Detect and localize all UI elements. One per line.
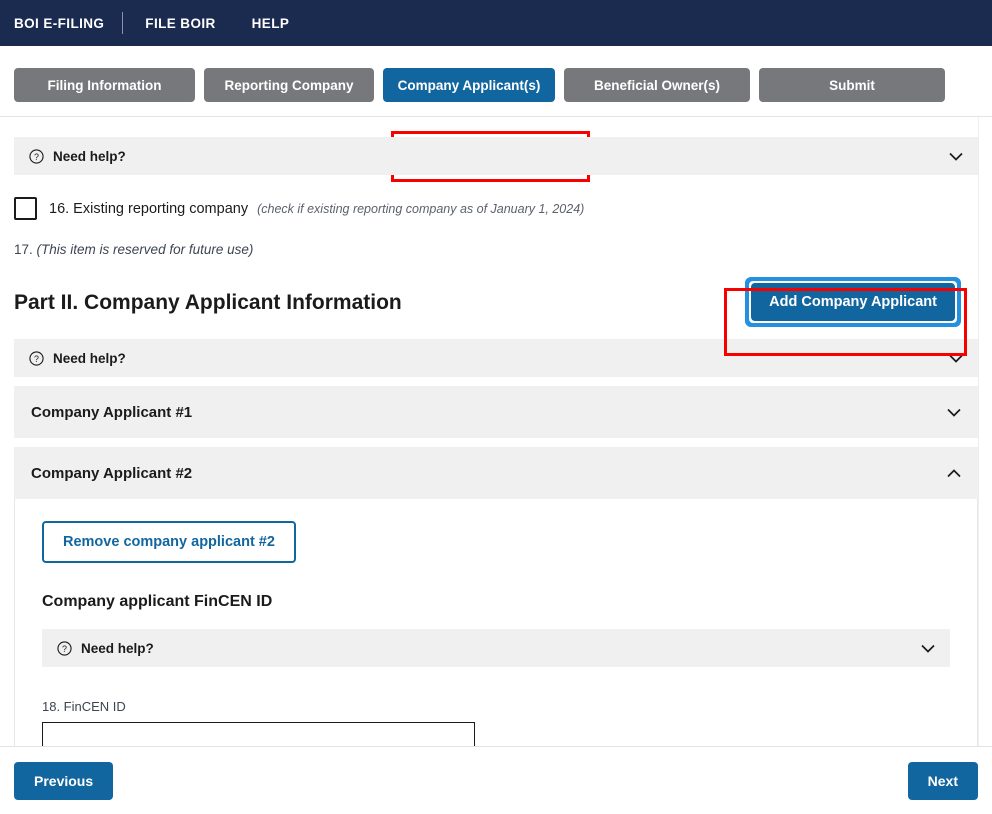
scrollbar-thumb[interactable] (981, 121, 990, 371)
accordion-label-applicant-2: Company Applicant #2 (31, 465, 947, 482)
svg-text:?: ? (34, 151, 39, 161)
add-company-applicant-focus-gap: Add Company Applicant (749, 281, 957, 323)
svg-text:?: ? (34, 353, 39, 363)
item-17-row: 17. (This item is reserved for future us… (14, 242, 978, 257)
item-17-number: 17. (14, 242, 33, 257)
accordion-company-applicant-1[interactable]: Company Applicant #1 (14, 386, 978, 438)
tab-reporting-company[interactable]: Reporting Company (204, 68, 374, 102)
nav-link-file-boir[interactable]: FILE BOIR (145, 16, 215, 31)
nav-link-help[interactable]: HELP (252, 16, 290, 31)
question-mark-circle-icon: ? (29, 149, 44, 164)
next-button[interactable]: Next (908, 762, 978, 800)
form-scroll-area: ? Need help? 16. Existing reporting comp… (0, 117, 992, 791)
question-mark-circle-icon: ? (29, 351, 44, 366)
remove-company-applicant-2-button[interactable]: Remove company applicant #2 (42, 521, 296, 563)
page-title: Part II. Company Applicant Information (14, 291, 402, 315)
accordion-company-applicant-2[interactable]: Company Applicant #2 (14, 447, 978, 499)
add-company-applicant-button[interactable]: Add Company Applicant (751, 283, 955, 321)
need-help-accordion-part2[interactable]: ? Need help? (14, 339, 978, 377)
chevron-down-icon (947, 408, 961, 417)
wizard-footer-bar: Previous Next (0, 746, 992, 814)
existing-reporting-company-row: 16. Existing reporting company (check if… (14, 197, 978, 220)
accordion-body-applicant-2: Remove company applicant #2 Company appl… (14, 499, 978, 761)
tab-filing-information[interactable]: Filing Information (14, 68, 195, 102)
vertical-scrollbar[interactable] (978, 117, 992, 791)
fincen-id-field-label: 18. FinCEN ID (42, 699, 950, 714)
chevron-down-icon (949, 354, 963, 363)
chevron-up-icon (947, 469, 961, 478)
need-help-accordion-top[interactable]: ? Need help? (14, 137, 978, 175)
existing-reporting-company-checkbox[interactable] (14, 197, 37, 220)
need-help-label-top: Need help? (53, 149, 949, 164)
question-mark-circle-icon: ? (57, 641, 72, 656)
brand-logo[interactable]: BOI E-FILING (14, 16, 104, 31)
section-subheading-fincen-id: Company applicant FinCEN ID (42, 593, 950, 611)
tab-submit[interactable]: Submit (759, 68, 945, 102)
need-help-accordion-fincen[interactable]: ? Need help? (42, 629, 950, 667)
item-16-label: 16. Existing reporting company (49, 201, 248, 217)
accordion-label-applicant-1: Company Applicant #1 (31, 404, 947, 421)
item-17-text: (This item is reserved for future use) (37, 242, 254, 257)
top-navigation-bar: BOI E-FILING FILE BOIR HELP (0, 0, 992, 46)
tab-company-applicants[interactable]: Company Applicant(s) (383, 68, 555, 102)
need-help-label-part2: Need help? (53, 351, 949, 366)
need-help-label-fincen: Need help? (81, 641, 921, 656)
nav-divider (122, 12, 123, 34)
tab-beneficial-owners[interactable]: Beneficial Owner(s) (564, 68, 750, 102)
part2-header-row: Part II. Company Applicant Information A… (14, 283, 978, 333)
add-company-applicant-focus-ring: Add Company Applicant (745, 277, 961, 327)
tab-list: Filing Information Reporting Company Com… (14, 68, 978, 102)
chevron-down-icon (921, 644, 935, 653)
previous-button[interactable]: Previous (14, 762, 113, 800)
item-16-hint: (check if existing reporting company as … (257, 202, 584, 216)
wizard-tab-strip: Filing Information Reporting Company Com… (0, 46, 992, 117)
chevron-down-icon (949, 152, 963, 161)
svg-text:?: ? (62, 643, 67, 653)
